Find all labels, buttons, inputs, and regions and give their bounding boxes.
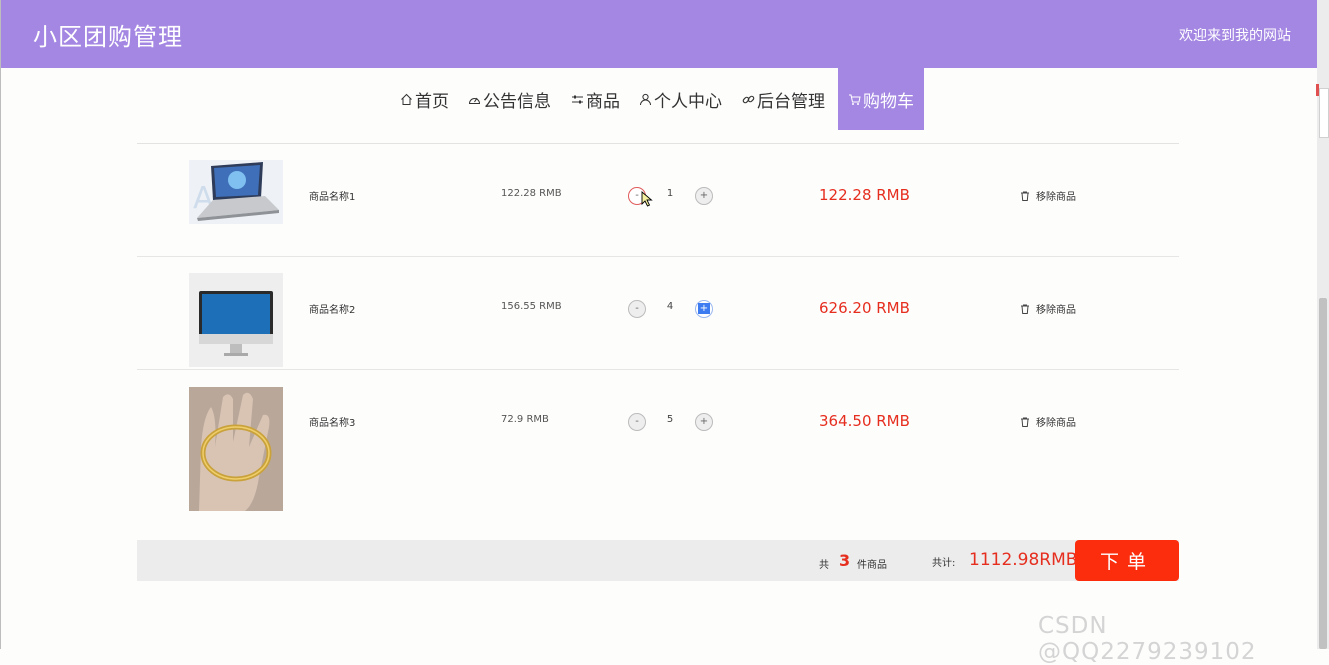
summary-total: 1112.98RMB [969, 550, 1078, 570]
scrollbar-thumb[interactable] [1319, 298, 1327, 649]
remove-item-button[interactable]: 移除商品 [1020, 188, 1076, 203]
trash-icon [1021, 417, 1029, 427]
unit-price: 156.55 RMB [501, 301, 562, 312]
qty-minus-button[interactable]: - [628, 300, 646, 318]
cart-row: 商品名称2 156.55 RMB - 4 + 626.20 RMB 移除商品 [137, 256, 1179, 370]
summary-items-label: 件商品 [857, 560, 887, 571]
qty-value: 1 [666, 188, 674, 199]
qty-plus-button[interactable]: + [695, 187, 713, 205]
summary-item-count: 3 [839, 551, 851, 570]
bracelet-image [189, 387, 283, 511]
site-header: 小区团购管理 欢迎来到我的网站 [1, 0, 1317, 68]
cart-row: Air 商品名称1 122.28 RMB - 1 + 122.28 RMB 移除… [137, 143, 1179, 257]
qty-plus-label: + [697, 303, 711, 314]
cart-summary-bar: 共 3 件商品 共计: 1112.98RMB [137, 540, 1179, 581]
unit-price: 72.9 RMB [501, 414, 549, 425]
dashboard-icon [468, 97, 481, 104]
home-icon [401, 93, 412, 105]
unit-price: 122.28 RMB [501, 188, 562, 199]
monitor-image [189, 273, 283, 367]
remove-item-button[interactable]: 移除商品 [1020, 414, 1076, 429]
scrollbar-top-region[interactable] [1319, 88, 1329, 138]
trash-icon [1021, 191, 1029, 201]
nav-item-admin[interactable]: 后台管理 [742, 68, 825, 130]
nav-item-home[interactable]: 首页 [400, 68, 449, 130]
nav-label: 个人中心 [654, 91, 722, 112]
subtotal: 122.28 RMB [819, 186, 910, 204]
summary-gong-label: 共 [819, 560, 829, 571]
nav-label: 后台管理 [757, 91, 825, 112]
mouse-cursor-icon [641, 191, 653, 207]
nav-item-profile[interactable]: 个人中心 [639, 68, 722, 130]
subtotal: 626.20 RMB [819, 299, 910, 317]
nav-item-notices[interactable]: 公告信息 [468, 68, 551, 130]
sliders-icon [572, 95, 583, 103]
remove-label: 移除商品 [1036, 305, 1076, 316]
product-image[interactable] [189, 387, 283, 511]
cart-icon [849, 94, 861, 105]
nav-item-goods[interactable]: 商品 [571, 68, 620, 130]
nav-label: 商品 [586, 91, 620, 112]
welcome-text: 欢迎来到我的网站 [1179, 28, 1291, 44]
nav-label: 购物车 [863, 91, 914, 112]
qty-value: 4 [666, 301, 674, 312]
nav-label: 公告信息 [483, 91, 551, 112]
cart-row: 商品名称3 72.9 RMB - 5 + 364.50 RMB 移除商品 [137, 369, 1179, 511]
site-title: 小区团购管理 [33, 23, 183, 51]
qty-minus-button[interactable]: - [628, 413, 646, 431]
product-name[interactable]: 商品名称2 [309, 301, 355, 316]
remove-item-button[interactable]: 移除商品 [1020, 301, 1076, 316]
product-name[interactable]: 商品名称3 [309, 414, 355, 429]
qty-plus-button[interactable]: + [695, 413, 713, 431]
product-name[interactable]: 商品名称1 [309, 188, 355, 203]
qty-value: 5 [666, 414, 674, 425]
main-nav: 首页 公告信息 商品 个人中心 后台管理 购物车 [0, 68, 1317, 130]
nav-label: 首页 [415, 91, 449, 112]
qty-plus-button[interactable]: + [695, 300, 713, 318]
place-order-button[interactable]: 下单 [1075, 540, 1179, 581]
summary-total-label: 共计: [932, 558, 956, 569]
nav-item-cart[interactable]: 购物车 [838, 68, 924, 130]
subtotal: 364.50 RMB [819, 412, 910, 430]
link-icon [742, 95, 755, 103]
trash-icon [1021, 304, 1029, 314]
product-image[interactable]: Air [189, 160, 283, 224]
watermark: CSDN @QQ2279239102 [1038, 613, 1257, 665]
remove-label: 移除商品 [1036, 192, 1076, 203]
laptop-image: Air [189, 160, 283, 224]
remove-label: 移除商品 [1036, 418, 1076, 429]
user-icon [640, 93, 651, 105]
product-image[interactable] [189, 273, 283, 367]
